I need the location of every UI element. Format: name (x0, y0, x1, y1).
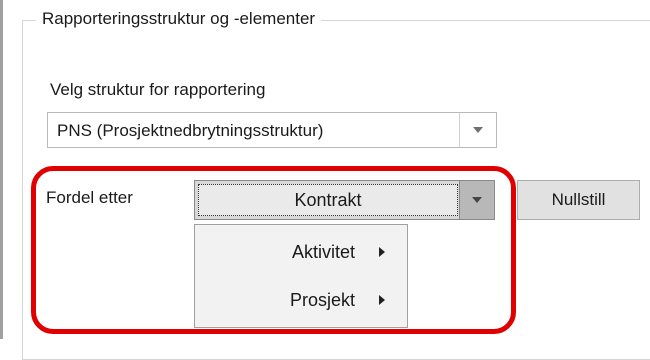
highlight-annotation (31, 166, 516, 334)
reset-button[interactable]: Nullstill (517, 180, 640, 220)
structure-select-value: PNS (Prosjektnedbrytningsstruktur) (57, 121, 324, 140)
structure-label: Velg struktur for rapportering (50, 80, 266, 99)
structure-select[interactable]: PNS (Prosjektnedbrytningsstruktur) (47, 112, 497, 148)
structure-select-button[interactable] (459, 113, 496, 147)
group-title: Rapporteringsstruktur og -elementer (36, 9, 322, 29)
chevron-down-icon (473, 127, 483, 133)
window-left-border (0, 0, 3, 339)
